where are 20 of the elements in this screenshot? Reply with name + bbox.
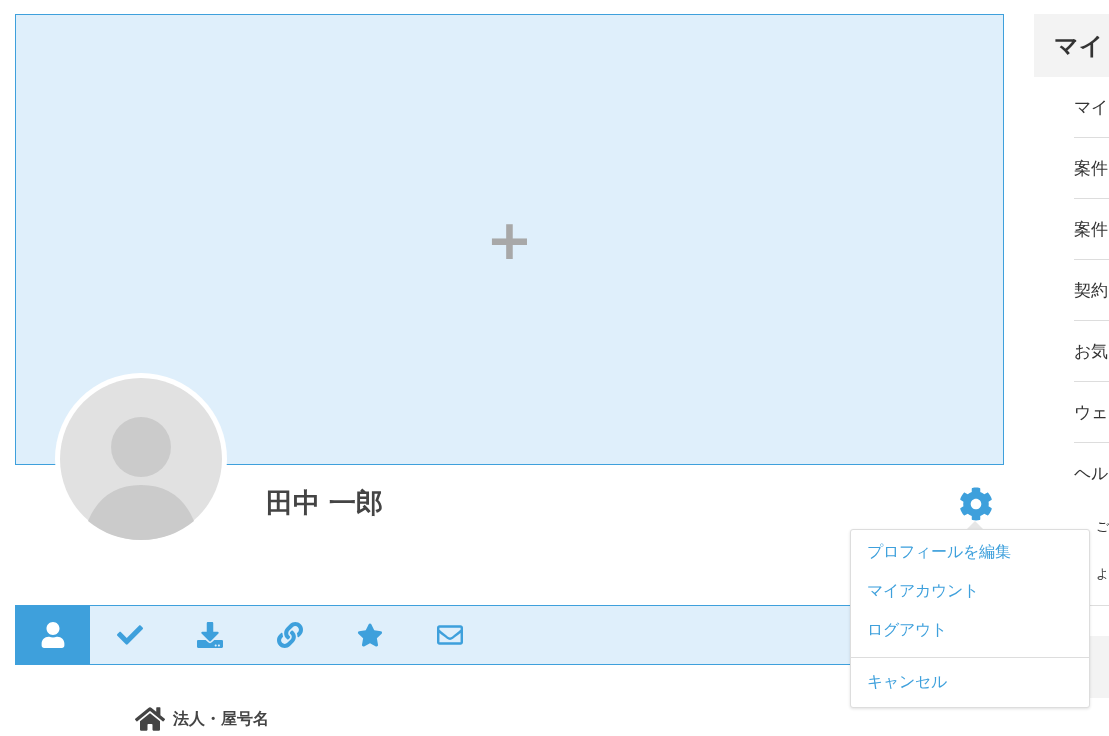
sidebar-item[interactable]: マイ <box>1074 77 1109 138</box>
link-icon <box>277 622 303 648</box>
sidebar-item[interactable]: お気 <box>1074 321 1109 382</box>
section-title: 法人・屋号名 <box>173 708 269 730</box>
check-icon <box>117 622 143 648</box>
download-icon <box>197 622 223 648</box>
profile-name: 田中 一郎 <box>266 486 384 520</box>
sidebar-item[interactable]: ウェ <box>1074 382 1109 443</box>
star-icon <box>357 622 383 648</box>
add-label: + <box>486 211 533 268</box>
tab[interactable] <box>16 606 90 664</box>
settings-icon[interactable] <box>959 487 993 521</box>
home-icon <box>135 705 165 733</box>
sidebar-item[interactable]: 案件 <box>1074 199 1109 260</box>
sidebar-item[interactable]: ヘル <box>1074 443 1109 503</box>
sidebar-item[interactable]: 契約 <box>1074 260 1109 321</box>
sidebar-heading: マイ <box>1034 14 1109 77</box>
envelope-icon <box>437 622 463 648</box>
sidebar-item[interactable]: 案件 <box>1074 138 1109 199</box>
user-icon <box>40 622 66 648</box>
